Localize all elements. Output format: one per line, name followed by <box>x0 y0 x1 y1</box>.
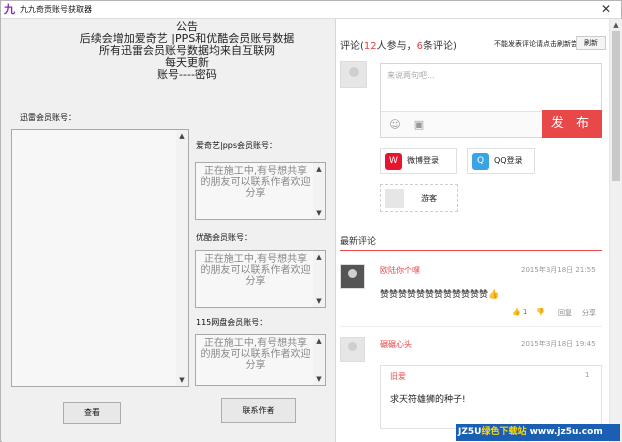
avatar <box>340 264 365 289</box>
scroll-up-icon[interactable]: ▲ <box>313 163 325 175</box>
scroll-up-icon[interactable]: ▲ <box>313 251 325 263</box>
scrollbar[interactable]: ▲ ▼ <box>313 163 325 219</box>
comment-placeholder: 来说两句吧... <box>387 71 435 80</box>
quote-text: 求天符雄狮的种子! <box>390 395 466 405</box>
qq-login-button[interactable]: Q QQ登录 <box>467 148 535 174</box>
participant-count: 12 <box>363 41 377 52</box>
xunlei-account-textarea[interactable]: ▲ ▼ <box>11 129 189 387</box>
like-icon[interactable]: 👍 <box>512 308 521 316</box>
qq-login-label: QQ登录 <box>494 156 523 165</box>
scrollbar[interactable]: ▲ ▼ <box>313 335 325 385</box>
comment-label: 评论( <box>340 41 364 52</box>
comment-time: 2015年3月18日 19:45 <box>521 340 596 348</box>
scrollbar[interactable]: ▲ ▼ <box>176 130 188 386</box>
comment-scrollbar[interactable]: ▲ ▼ <box>609 19 622 442</box>
scroll-down-icon[interactable]: ▼ <box>176 374 188 386</box>
iqiyi-label: 爱奇艺|pps会员账号： <box>196 141 278 150</box>
notice: 公告 后续会增加爱奇艺 |PPS和优酷会员账号数据 所有迅雷会员账号数据均来自互… <box>2 21 372 81</box>
qq-icon: Q <box>472 153 489 170</box>
guest-login-button[interactable]: 游客 <box>380 184 458 212</box>
watermark-brand: JZ5U <box>458 427 482 437</box>
scroll-down-icon[interactable]: ▼ <box>313 207 325 219</box>
placeholder-text: 正在施工中,有号想共享的朋友可以联系作者欢迎分享 <box>200 166 311 199</box>
pan115-label: 115网盘会员账号： <box>196 318 268 327</box>
watermark-name: 绿色下载站 <box>481 427 527 437</box>
like-count: 1 <box>523 308 528 316</box>
comment-panel: 评论(12人参与，6条评论) 不能发表评论请点击刷新尝试 刷新 来说两句吧...… <box>335 19 622 442</box>
weibo-icon: W <box>385 153 402 170</box>
notice-line: 账号----密码 <box>157 68 217 81</box>
scroll-down-icon[interactable]: ▼ <box>313 295 325 307</box>
comment-header: 评论(12人参与，6条评论) <box>340 37 457 52</box>
close-icon[interactable]: ✕ <box>591 1 621 18</box>
divider <box>340 326 602 327</box>
publish-button[interactable]: 发 布 <box>542 110 602 138</box>
image-icon[interactable]: ▣ <box>411 117 427 133</box>
dislike-icon[interactable]: 👎 <box>536 308 545 316</box>
youku-account-textarea[interactable]: 正在施工中,有号想共享的朋友可以联系作者欢迎分享 ▲ ▼ <box>195 250 326 308</box>
comment-time: 2015年3月18日 21:55 <box>521 266 596 274</box>
quote-floor: 1 <box>585 371 590 379</box>
app-window: 九 九九奇贡账号获取器 ✕ 公告 后续会增加爱奇艺 |PPS和优酷会员账号数据 … <box>0 0 622 442</box>
xunlei-label: 迅雷会员账号： <box>20 113 76 122</box>
contact-author-button[interactable]: 联系作者 <box>221 398 296 423</box>
latest-comments-title: 最新评论 <box>340 237 377 247</box>
avatar <box>340 337 365 362</box>
iqiyi-account-textarea[interactable]: 正在施工中,有号想共享的朋友可以联系作者欢迎分享 ▲ ▼ <box>195 162 326 220</box>
comment-input[interactable]: 来说两句吧... ☺ ▣ 发 布 <box>380 63 602 138</box>
reply-link[interactable]: 回复 <box>558 308 572 318</box>
comment-count-suffix: 条评论) <box>423 41 457 52</box>
comment-author[interactable]: 欧陆你个嘿 <box>380 265 420 276</box>
avatar <box>340 61 367 88</box>
comment-text: 赞赞赞赞赞赞赞赞赞赞赞赞👍 <box>380 290 500 300</box>
scrollbar[interactable]: ▲ ▼ <box>313 251 325 307</box>
scroll-up-icon[interactable]: ▲ <box>313 335 325 347</box>
quote-author[interactable]: 旧爱 <box>390 371 406 382</box>
scroll-up-icon[interactable]: ▲ <box>610 19 622 31</box>
watermark-url: www.jz5u.com <box>526 427 603 437</box>
app-logo-icon: 九 <box>4 2 15 16</box>
scroll-thumb[interactable] <box>612 31 620 181</box>
scroll-up-icon[interactable]: ▲ <box>176 130 188 142</box>
quoted-comment: 旧爱 1 求天符雄狮的种子! <box>380 365 602 429</box>
title-bar: 九 九九奇贡账号获取器 ✕ <box>1 1 621 19</box>
account-panel: 公告 后续会增加爱奇艺 |PPS和优酷会员账号数据 所有迅雷会员账号数据均来自互… <box>2 19 335 442</box>
window-title: 九九奇贡账号获取器 <box>20 5 92 14</box>
divider <box>340 250 602 251</box>
pan115-account-textarea[interactable]: 正在施工中,有号想共享的朋友可以联系作者欢迎分享 ▲ ▼ <box>195 334 326 386</box>
placeholder-text: 正在施工中,有号想共享的朋友可以联系作者欢迎分享 <box>200 254 311 287</box>
guest-label: 游客 <box>421 194 437 203</box>
site-watermark: JZ5U绿色下载站 www.jz5u.com <box>456 424 620 441</box>
comment-toolbar: ☺ ▣ 发 布 <box>381 110 602 138</box>
emoji-icon[interactable]: ☺ <box>387 117 403 133</box>
placeholder-text: 正在施工中,有号想共享的朋友可以联系作者欢迎分享 <box>200 338 311 371</box>
comment-author[interactable]: 碾碾心头 <box>380 339 412 350</box>
scroll-down-icon[interactable]: ▼ <box>313 373 325 385</box>
guest-avatar <box>385 189 404 208</box>
weibo-login-button[interactable]: W 微博登录 <box>380 148 457 174</box>
share-link[interactable]: 分享 <box>582 308 596 318</box>
youku-label: 优酷会员账号： <box>196 233 252 242</box>
weibo-login-label: 微博登录 <box>407 156 439 165</box>
view-button[interactable]: 查看 <box>63 402 121 424</box>
refresh-hint: 不能发表评论请点击刷新尝试 <box>494 40 585 48</box>
refresh-button[interactable]: 刷新 <box>576 36 606 50</box>
participant-suffix: 人参与， <box>376 41 417 52</box>
